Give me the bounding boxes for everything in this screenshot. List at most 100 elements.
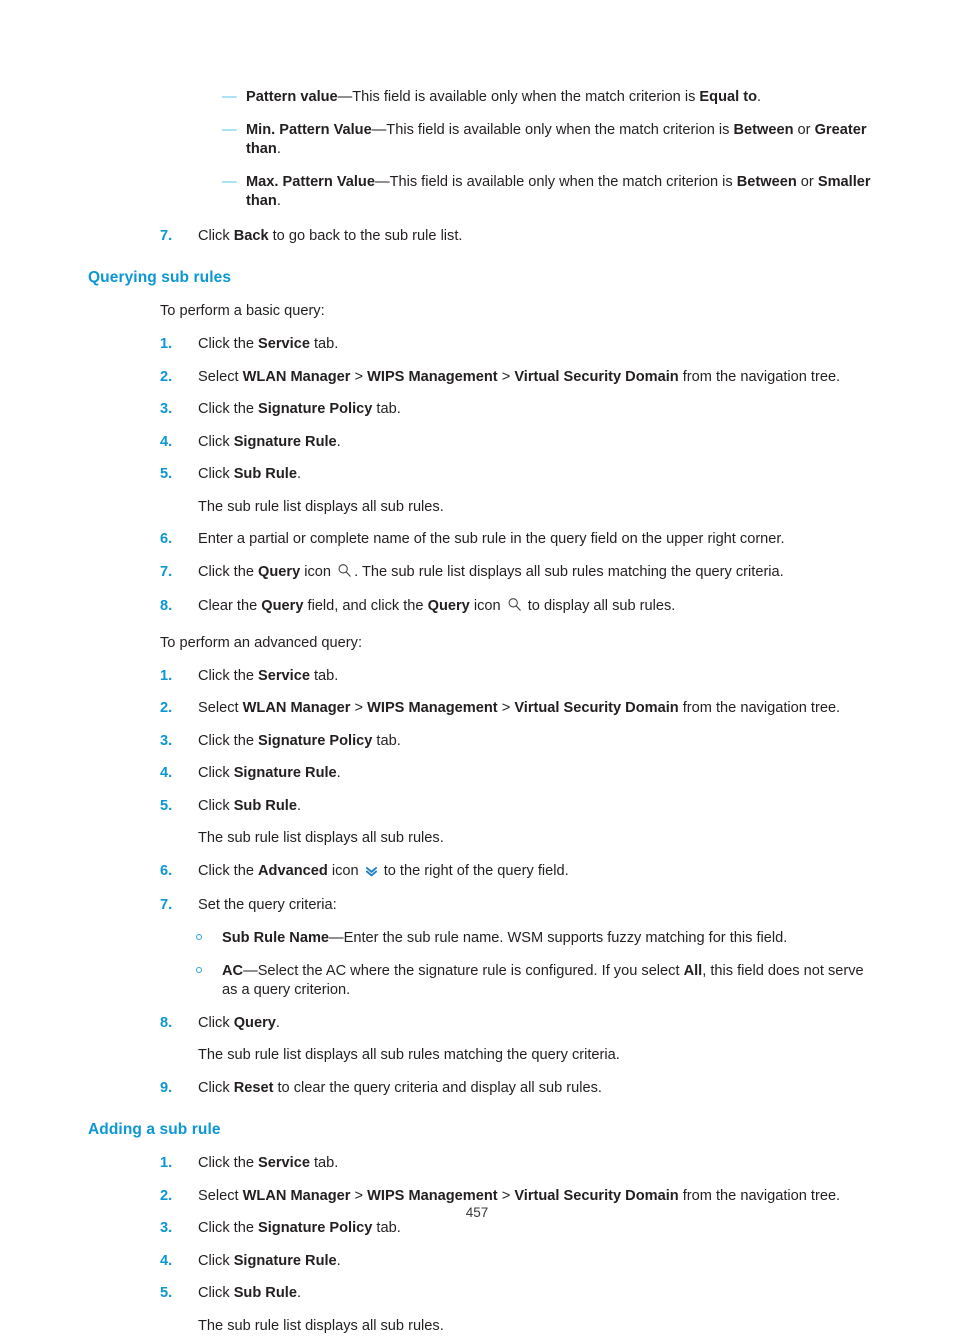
step-number: 9. [160,1079,173,1096]
advanced-query-result-note: The sub rule list displays all sub rules… [198,830,444,847]
step-clear-query-field: 8. Clear the Query field, and click the … [0,597,954,619]
step-text-pre: Click [198,765,234,782]
bold-between: Between [733,121,794,138]
step-click-sub-rule: 5. Click Sub Rule. [0,1284,954,1304]
step-number: 5. [160,1285,173,1302]
step-text-post: . [296,797,301,814]
bold-signature-rule: Signature Rule [233,1252,337,1269]
step-text-post: from the navigation tree. [678,368,841,385]
bold-advanced: Advanced [258,862,328,879]
basic-query-steps: 1. Click the Service tab. 2. Select WLAN… [0,335,954,485]
breadcrumb-separator: > [497,1187,515,1204]
term-ac: AC [222,962,244,979]
definition-tail: . [276,193,281,210]
bold-equal-to: Equal to [699,89,757,105]
step-text-post: tab. [372,732,401,749]
step-click-signature-rule: 4. Click Signature Rule. [0,1252,954,1272]
section-heading-adding-a-sub-rule: Adding a sub rule [88,1121,221,1139]
definition-text: This field is available only when the ma… [386,121,734,138]
step-number: 6. [160,531,173,548]
step-text-post: . [336,433,341,450]
bold-service: Service [258,667,310,684]
step-text-post: to clear the query criteria and display … [273,1079,602,1096]
step-text-pre: Select [198,700,243,717]
bold-wlan-manager: WLAN Manager [242,1187,351,1204]
bold-wips-management: WIPS Management [367,1187,498,1204]
bold-wlan-manager: WLAN Manager [242,700,351,717]
bold-signature-policy: Signature Policy [258,1220,373,1237]
step-text-pre: Click [198,227,234,244]
page-content: — Pattern value—This field is available … [0,88,954,1337]
adding-sub-rule-steps: 1. Click the Service tab. 2. Select WLAN… [0,1154,954,1304]
definition-tail: . [276,141,281,158]
step-number: 2. [160,700,173,717]
basic-query-steps-continued: 6. Enter a partial or complete name of t… [0,530,954,619]
definition-item-max-pattern-value: — Max. Pattern Value—This field is avail… [0,173,954,212]
definition-item-min-pattern-value: — Min. Pattern Value—This field is avail… [0,121,954,160]
step-text-post: tab. [372,1220,401,1237]
step-text-post: tab. [372,401,401,418]
step-click-signature-policy-tab: 3. Click the Signature Policy tab. [0,400,954,420]
step-text-post: tab. [309,667,339,684]
step-number: 7. [160,227,173,244]
conjunction: or [796,173,818,190]
adding-sub-rule-note: The sub rule list displays all sub rules… [198,1317,444,1334]
step-text-pre: Select [198,368,243,385]
step-text-mid: icon [300,563,336,580]
step-click-service-tab: 1. Click the Service tab. [0,1154,954,1174]
step-text-mid-2: icon [469,598,505,615]
bold-between: Between [736,173,797,190]
emdash-separator: — [371,121,387,138]
bold-sub-rule: Sub Rule [233,466,297,483]
step-text: Set the query criteria: [198,897,337,914]
step-click-query-icon: 7. Click the Query icon . The sub rule l… [0,563,954,585]
step-number: 3. [160,401,173,418]
step-number: 3. [160,1220,173,1237]
bold-wips-management: WIPS Management [367,700,498,717]
breadcrumb-separator: > [350,700,368,717]
definition-text: This field is available only when the ma… [352,89,700,105]
term-pattern-value: Pattern value [246,89,338,105]
definition-item-pattern-value: — Pattern value—This field is available … [0,88,954,108]
criteria-item-sub-rule-name: Sub Rule Name—Enter the sub rule name. W… [0,929,954,949]
emdash-separator: — [329,929,344,946]
step-number: 8. [160,598,173,615]
step-number: 6. [160,862,173,879]
step-text-pre: Click [198,797,234,814]
step-text-post: to display all sub rules. [523,598,676,615]
circle-bullet-icon [196,933,202,940]
step-text-mid: icon [327,862,363,879]
step-click-signature-policy-tab: 3. Click the Signature Policy tab. [0,1219,954,1239]
step-click-signature-rule: 4. Click Signature Rule. [0,433,954,453]
step-text-pre: Click [198,1014,234,1031]
step-number: 2. [160,368,173,385]
step-number: 3. [160,732,173,749]
section-heading-querying-sub-rules: Querying sub rules [88,269,232,287]
step-text: Enter a partial or complete name of the … [198,531,785,548]
bold-virtual-security-domain: Virtual Security Domain [514,700,679,717]
term-min-pattern-value: Min. Pattern Value [246,121,372,138]
bold-virtual-security-domain: Virtual Security Domain [514,368,679,385]
search-icon [337,563,352,585]
bold-signature-policy: Signature Policy [258,732,373,749]
step-enter-query-name: 6. Enter a partial or complete name of t… [0,530,954,550]
term-sub-rule-name: Sub Rule Name [222,929,330,946]
document-page: — Pattern value—This field is available … [0,0,954,1334]
dash-bullet-icon: — [222,121,237,138]
